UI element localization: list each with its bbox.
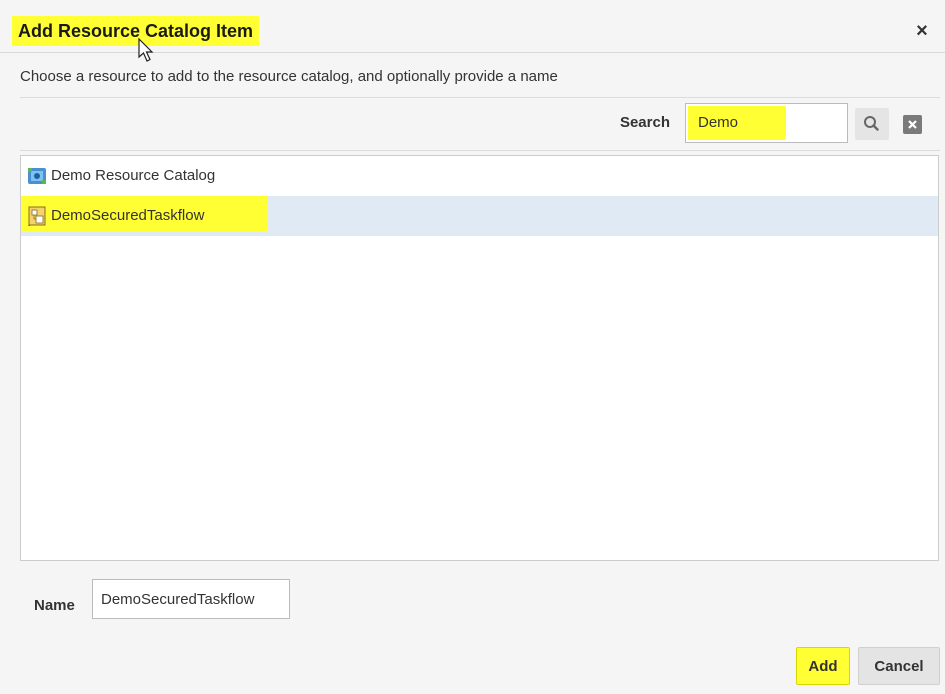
instructions-text: Choose a resource to add to the resource… [20,68,558,85]
search-button[interactable] [855,108,889,140]
divider [20,97,940,98]
list-item-label: DemoSecuredTaskflow [51,207,205,224]
list-item[interactable]: Demo Resource Catalog [21,156,938,196]
cancel-button[interactable]: Cancel [858,647,940,685]
close-button[interactable]: × [911,20,933,42]
search-label: Search [619,114,670,131]
resource-catalog-icon [28,168,46,184]
search-icon [864,116,879,131]
close-icon: × [916,20,928,42]
search-input[interactable] [685,103,848,143]
add-resource-catalog-dialog: Add Resource Catalog Item × Choose a res… [0,0,945,694]
divider [20,150,940,151]
clear-search-button[interactable] [903,115,922,134]
clear-icon [908,120,917,129]
search-bar: Search Demo [20,102,940,148]
mouse-pointer-icon [138,38,154,62]
dialog-title: Add Resource Catalog Item [12,16,260,46]
list-item-label: Demo Resource Catalog [51,167,216,184]
list-item-selected[interactable]: DemoSecuredTaskflow [21,196,938,236]
name-input[interactable] [92,579,290,619]
add-button[interactable]: Add [796,647,850,685]
name-label: Name [34,597,75,614]
resource-list: Demo Resource Catalog DemoSecuredTaskflo… [20,155,939,561]
taskflow-icon [28,206,46,226]
